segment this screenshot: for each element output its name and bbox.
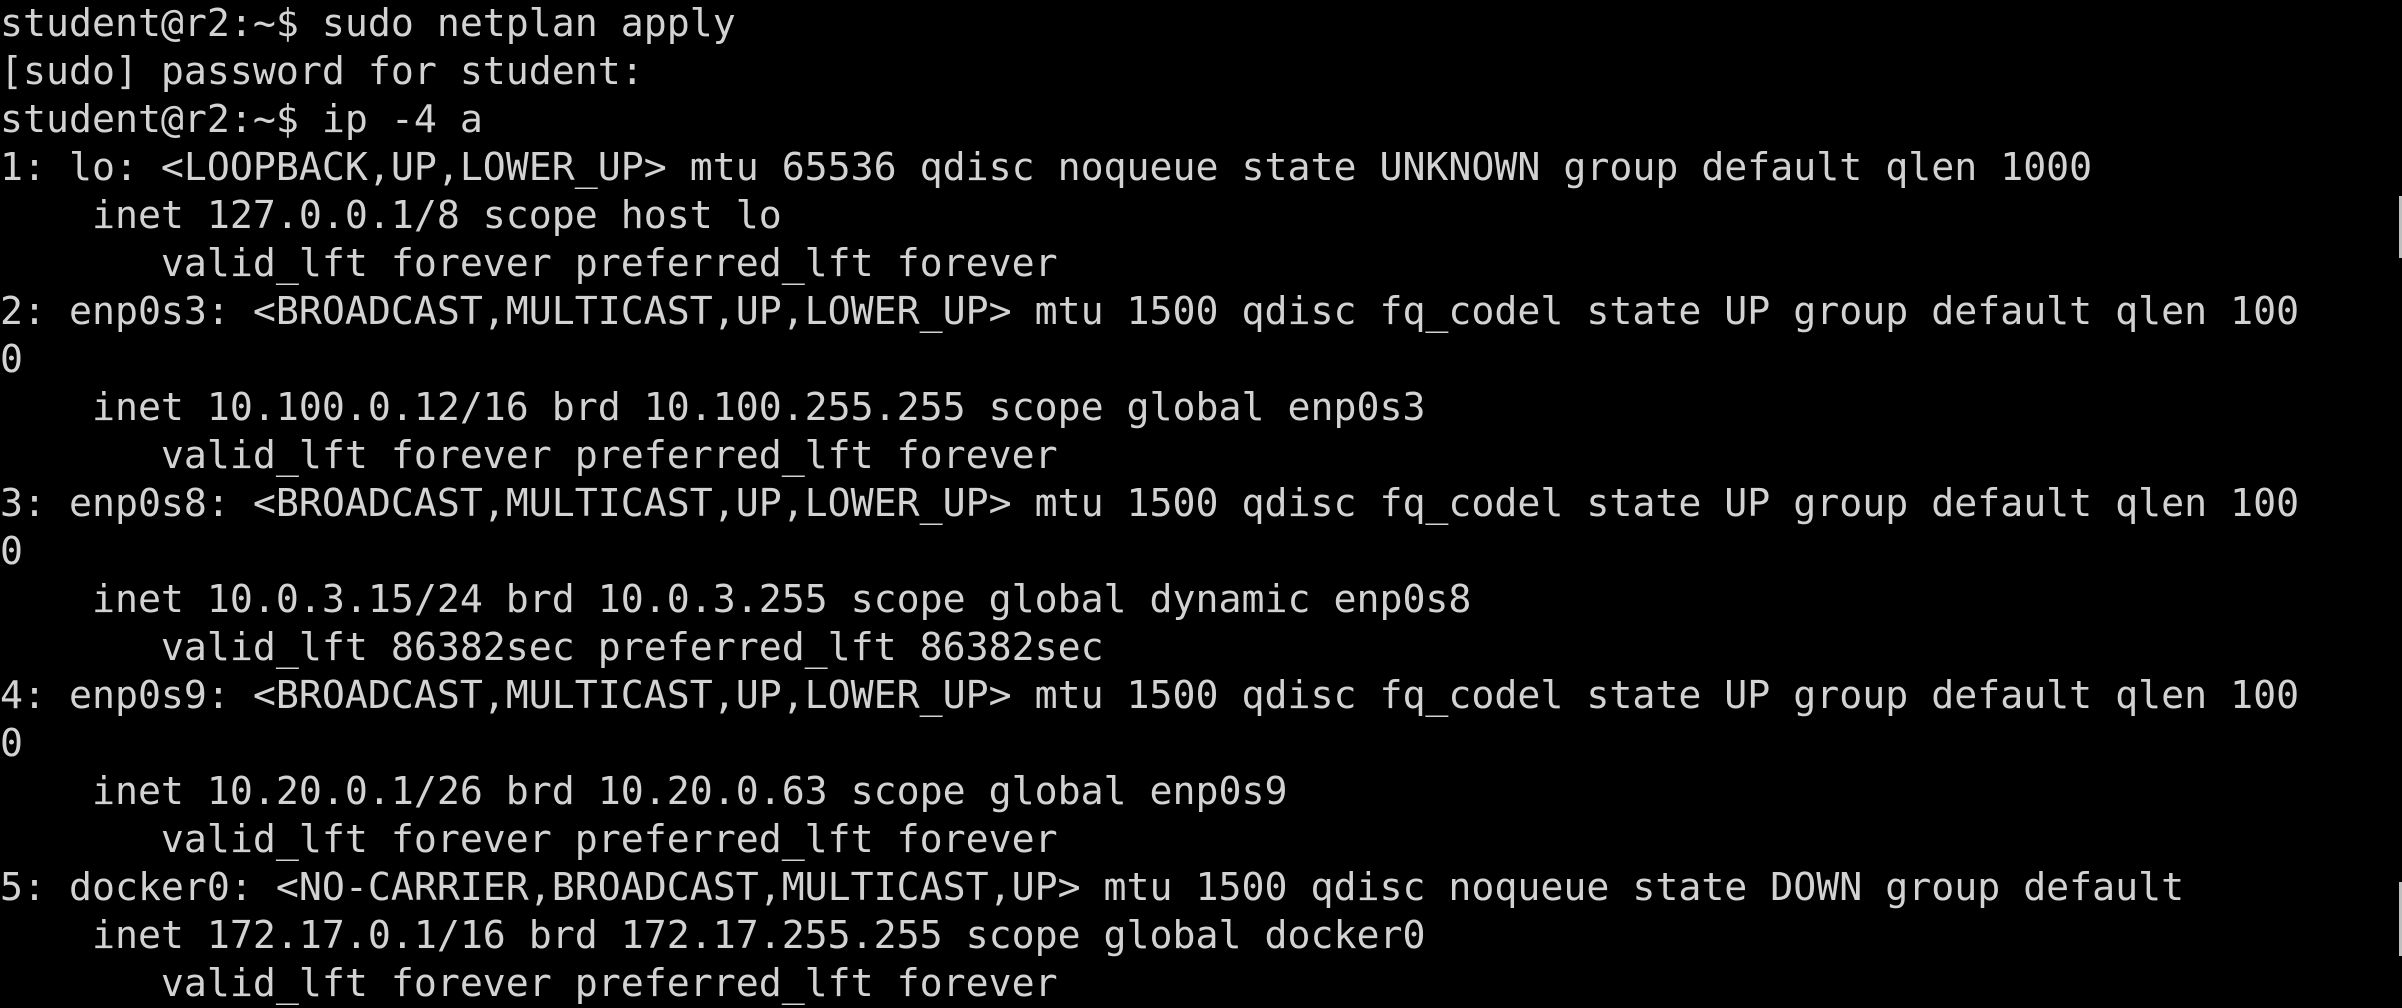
- terminal-line-enp0s8-header: 3: enp0s8: <BROADCAST,MULTICAST,UP,LOWER…: [0, 482, 2300, 526]
- terminal-line-enp0s8-valid: valid_lft 86382sec preferred_lft 86382se…: [0, 626, 1104, 670]
- terminal-line-docker0-header: 5: docker0: <NO-CARRIER,BROADCAST,MULTIC…: [0, 866, 2185, 910]
- terminal-line-docker0-valid: valid_lft forever preferred_lft forever: [0, 962, 1058, 1006]
- terminal-line-lo-valid: valid_lft forever preferred_lft forever: [0, 242, 1058, 286]
- terminal-line-enp0s9-inet: inet 10.20.0.1/26 brd 10.20.0.63 scope g…: [0, 770, 1288, 814]
- terminal-line-enp0s8-inet: inet 10.0.3.15/24 brd 10.0.3.255 scope g…: [0, 578, 1472, 622]
- terminal-line-lo-header: 1: lo: <LOOPBACK,UP,LOWER_UP> mtu 65536 …: [0, 146, 2093, 190]
- terminal-line-prompt-netplan: student@r2:~$ sudo netplan apply: [0, 2, 736, 46]
- terminal-line-enp0s9-header: 4: enp0s9: <BROADCAST,MULTICAST,UP,LOWER…: [0, 674, 2300, 718]
- terminal-line-enp0s3-valid: valid_lft forever preferred_lft forever: [0, 434, 1058, 478]
- terminal-line-prompt-ip: student@r2:~$ ip -4 a: [0, 98, 483, 142]
- terminal-line-enp0s3-inet: inet 10.100.0.12/16 brd 10.100.255.255 s…: [0, 386, 1426, 430]
- terminal-line-enp0s8-wrap: 0: [0, 530, 23, 574]
- terminal-line-docker0-inet: inet 172.17.0.1/16 brd 172.17.255.255 sc…: [0, 914, 1426, 958]
- terminal-line-sudo-password: [sudo] password for student:: [0, 50, 644, 94]
- terminal-line-lo-inet: inet 127.0.0.1/8 scope host lo: [0, 194, 782, 238]
- terminal-line-enp0s9-wrap: 0: [0, 722, 23, 766]
- terminal-window[interactable]: student@r2:~$ sudo netplan apply [sudo] …: [0, 0, 2402, 1008]
- terminal-line-enp0s3-header: 2: enp0s3: <BROADCAST,MULTICAST,UP,LOWER…: [0, 290, 2300, 334]
- terminal-line-enp0s9-valid: valid_lft forever preferred_lft forever: [0, 818, 1058, 862]
- terminal-line-enp0s3-wrap: 0: [0, 338, 23, 382]
